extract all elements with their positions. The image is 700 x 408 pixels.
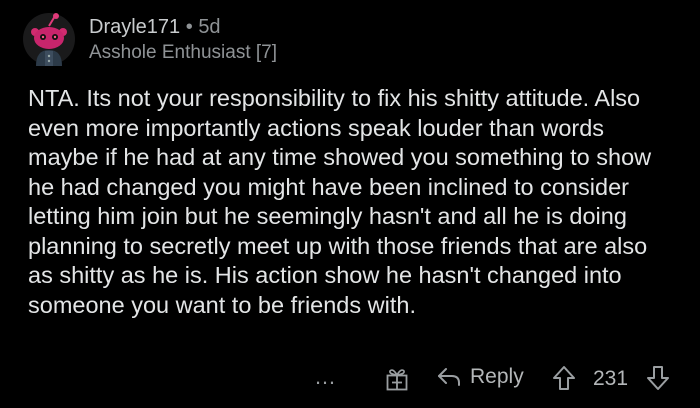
more-options-icon: …	[314, 364, 337, 389]
downvote-arrow-icon	[647, 366, 669, 390]
comment-body: NTA. Its not your responsibility to fix …	[28, 85, 652, 318]
comment-age: 5d	[198, 16, 221, 38]
reply-label: Reply	[470, 365, 524, 388]
reply-button[interactable]: Reply	[436, 365, 524, 389]
comment-meta: Drayle171 • 5d	[89, 15, 649, 39]
vote-score: 231	[593, 367, 629, 390]
user-flair: Asshole Enthusiast [7]	[89, 42, 277, 63]
author-username[interactable]: Drayle171	[89, 16, 180, 38]
avatar[interactable]	[22, 12, 76, 66]
more-options-button[interactable]: …	[314, 364, 337, 390]
upvote-button[interactable]	[551, 365, 577, 391]
upvote-arrow-icon	[553, 366, 575, 390]
award-button[interactable]	[384, 366, 410, 392]
comment-actions: … Reply 231	[0, 362, 700, 396]
downvote-button[interactable]	[645, 365, 671, 391]
meta-separator: •	[185, 16, 193, 38]
gift-icon	[386, 369, 408, 391]
snoo-avatar-icon	[23, 13, 75, 66]
reply-arrow-icon	[438, 368, 460, 386]
comment-header: Drayle171 • 5d Asshole Enthusiast [7]	[89, 15, 649, 65]
